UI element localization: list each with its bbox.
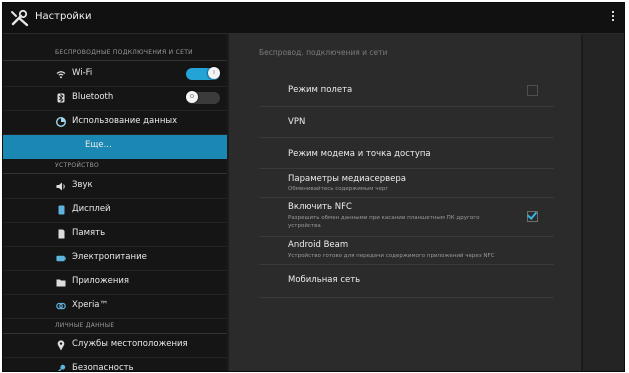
battery-icon — [56, 253, 66, 263]
sound-icon — [56, 181, 66, 191]
panel-header: Беспровод. подключения и сети — [259, 48, 388, 57]
row-subtitle: Обменивайтесь содержимым черг — [288, 186, 389, 192]
sidebar-item-label: Bluetooth — [72, 92, 114, 102]
location-icon — [56, 339, 66, 350]
sidebar-item-label: Xperia™ — [72, 300, 109, 310]
sidebar-item-security[interactable]: Безопасность — [3, 358, 227, 372]
apps-icon — [56, 277, 66, 287]
overflow-menu-icon[interactable] — [609, 11, 617, 25]
sidebar-item-label: Память — [72, 228, 106, 238]
mobile-network-row[interactable]: Мобильная сеть — [259, 265, 554, 298]
sidebar-item-location[interactable]: Службы местоположения — [3, 334, 227, 358]
sidebar-item-label: Wi-Fi — [72, 68, 93, 78]
settings-tools-icon[interactable] — [10, 9, 30, 27]
sidebar-item-label: Приложения — [72, 276, 130, 286]
sidebar-item-label: Электропитание — [72, 252, 147, 262]
sidebar-item-label: Звук — [72, 180, 93, 190]
security-icon — [56, 364, 66, 371]
sidebar-item-label: Службы местоположения — [72, 339, 188, 349]
airplane-mode-row[interactable]: Режим полета — [259, 75, 554, 107]
sidebar-item-xperia[interactable]: Xperia™ — [3, 295, 227, 319]
row-title: Режим полета — [288, 85, 353, 95]
right-margin — [583, 34, 624, 371]
row-title: Включить NFC — [288, 202, 352, 212]
wifi-toggle[interactable]: I — [186, 67, 220, 80]
nfc-row[interactable]: Включить NFC Разрешить обмен данными при… — [259, 198, 554, 237]
sidebar-item-wifi[interactable]: Wi-Fi I — [3, 63, 227, 87]
sidebar-item-apps[interactable]: Приложения — [3, 271, 227, 295]
tethering-hotspot-row[interactable]: Режим модема и точка доступа — [259, 138, 554, 169]
sidebar-item-storage[interactable]: Память — [3, 223, 227, 247]
row-title: Мобильная сеть — [288, 275, 361, 285]
sidebar-item-label: Использование данных — [72, 116, 178, 126]
vpn-row[interactable]: VPN — [259, 107, 554, 138]
section-header-personal: ЛИЧНЫЕ ДАННЫЕ — [3, 319, 227, 334]
data-usage-icon — [56, 117, 66, 127]
row-subtitle: Разрешить обмен данными при касании план… — [288, 215, 480, 229]
sidebar-item-power[interactable]: Электропитание — [3, 247, 227, 271]
sidebar-item-more[interactable]: Еще... — [3, 135, 227, 159]
media-server-row[interactable]: Параметры медиасервера Обменивайтесь сод… — [259, 169, 554, 198]
row-title: Параметры медиасервера — [288, 174, 406, 184]
sidebar-item-data-usage[interactable]: Использование данных — [3, 111, 227, 135]
sidebar-item-sound[interactable]: Звук — [3, 175, 227, 199]
sidebar-item-bluetooth[interactable]: Bluetooth O — [3, 87, 227, 111]
settings-sidebar: БЕСПРОВОДНЫЕ ПОДКЛЮЧЕНИЯ И СЕТИ Wi-Fi I … — [3, 34, 227, 371]
sidebar-item-display[interactable]: Дисплей — [3, 199, 227, 223]
section-header-wireless: БЕСПРОВОДНЫЕ ПОДКЛЮЧЕНИЯ И СЕТИ — [3, 46, 227, 61]
bluetooth-icon — [56, 93, 66, 103]
display-icon — [56, 205, 66, 215]
nfc-checkbox[interactable] — [526, 209, 538, 222]
storage-icon — [56, 229, 66, 239]
sidebar-item-label: Безопасность — [72, 363, 134, 372]
row-title: Режим модема и точка доступа — [288, 149, 431, 159]
sidebar-item-label: Еще... — [85, 140, 112, 150]
action-bar: Настройки — [3, 3, 624, 34]
row-title: Android Beam — [288, 240, 349, 250]
wifi-icon — [56, 69, 66, 79]
airplane-mode-checkbox[interactable] — [527, 85, 538, 96]
section-header-device: УСТРОЙСТВО — [3, 159, 227, 174]
bluetooth-toggle[interactable]: O — [186, 91, 220, 104]
xperia-icon — [56, 301, 66, 311]
row-subtitle: Устройство готово для передачи содержимо… — [288, 253, 495, 259]
wireless-settings-panel: Беспровод. подключения и сети Режим поле… — [229, 34, 581, 371]
settings-window: Настройки БЕСПРОВОДНЫЕ ПОДКЛЮЧЕНИЯ И СЕТ… — [2, 2, 625, 372]
row-title: VPN — [288, 117, 306, 127]
app-title: Настройки — [35, 11, 92, 22]
sidebar-item-label: Дисплей — [72, 204, 111, 214]
android-beam-row[interactable]: Android Beam Устройство готово для перед… — [259, 237, 554, 265]
